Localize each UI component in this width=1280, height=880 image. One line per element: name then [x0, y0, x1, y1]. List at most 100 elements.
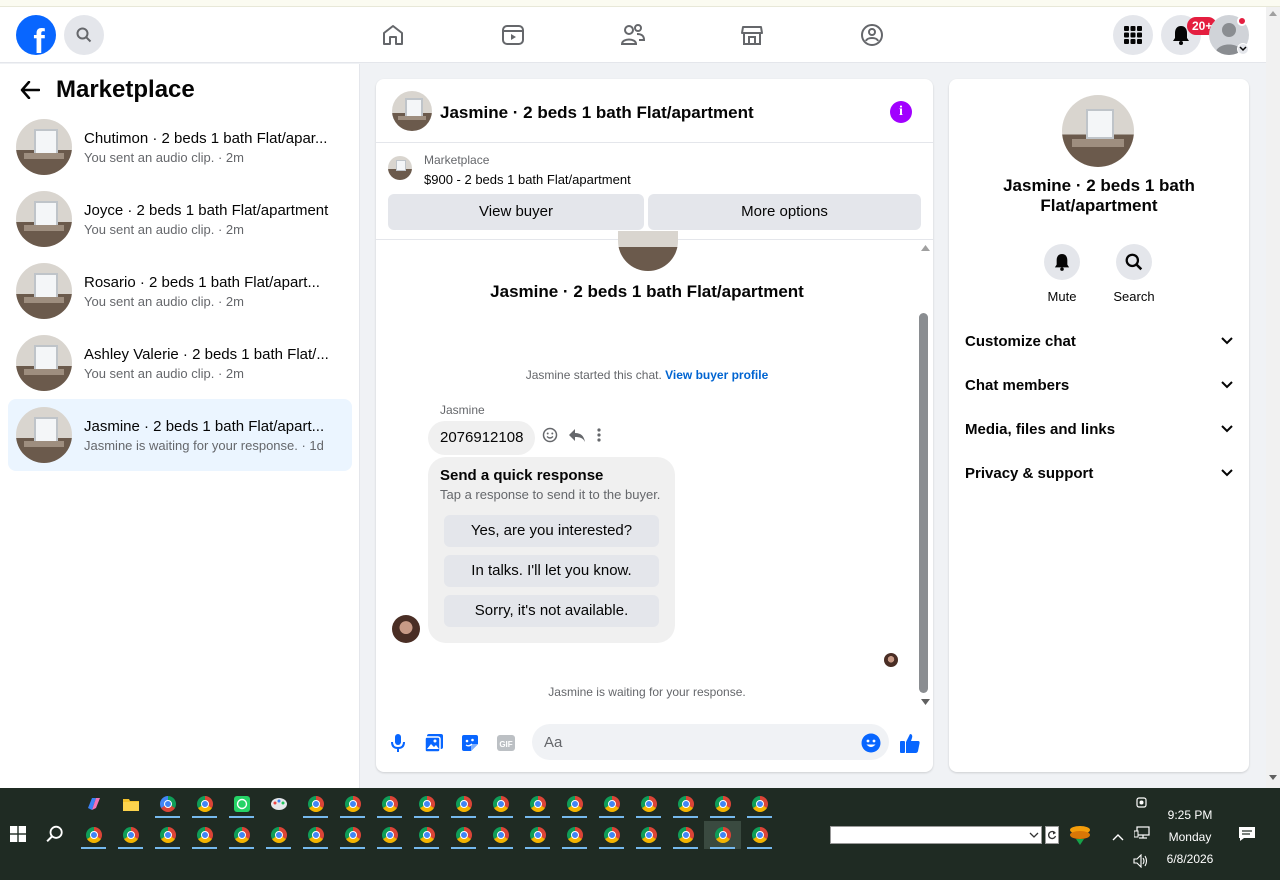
taskbar-search-button[interactable] — [46, 825, 64, 848]
info-icon[interactable]: i — [890, 101, 912, 123]
tray-network[interactable] — [1133, 826, 1150, 845]
scroll-down-arrow-icon[interactable] — [921, 699, 930, 705]
menu-button[interactable] — [1113, 15, 1153, 55]
taskbar-app-chrome[interactable] — [482, 821, 519, 849]
tray-app-icon[interactable] — [1068, 824, 1092, 851]
taskbar-app-chrome[interactable] — [519, 790, 556, 818]
conversation-item[interactable]: Joyce · 2 beds 1 bath Flat/apartment You… — [8, 183, 352, 255]
tray-overflow-button[interactable] — [1112, 828, 1124, 846]
taskbar-app-file-explorer[interactable] — [112, 790, 149, 818]
taskbar-app-chrome[interactable] — [741, 821, 778, 849]
taskbar-app-chrome-active[interactable] — [704, 821, 741, 849]
facebook-logo[interactable]: f — [16, 15, 56, 55]
section-media-files-links[interactable]: Media, files and links — [965, 417, 1233, 441]
nav-friends[interactable] — [619, 21, 647, 49]
more-options-button[interactable]: More options — [648, 194, 921, 230]
sticker-button[interactable] — [459, 732, 481, 754]
taskbar-app-chrome[interactable] — [593, 790, 630, 818]
voice-clip-button[interactable] — [387, 732, 409, 754]
start-button[interactable] — [10, 826, 26, 847]
more-vertical-icon[interactable] — [596, 427, 602, 443]
taskbar-app-chrome[interactable] — [482, 790, 519, 818]
section-chat-members[interactable]: Chat members — [965, 373, 1233, 397]
conversation-item[interactable]: Rosario · 2 beds 1 bath Flat/apart... Yo… — [8, 255, 352, 327]
taskbar-app-whatsapp[interactable] — [223, 790, 260, 818]
taskbar-app-chrome[interactable] — [371, 821, 408, 849]
sender-avatar[interactable] — [392, 615, 420, 643]
view-buyer-profile-link[interactable]: View buyer profile — [665, 368, 768, 382]
taskbar-app-chrome[interactable] — [519, 821, 556, 849]
taskbar-app-chrome[interactable] — [445, 790, 482, 818]
section-privacy-support[interactable]: Privacy & support — [965, 461, 1233, 485]
page-scrollbar[interactable] — [1266, 7, 1280, 788]
search-button[interactable] — [64, 15, 104, 55]
tray-volume[interactable] — [1133, 853, 1149, 873]
taskbar-app-chrome[interactable] — [667, 821, 704, 849]
taskbar-app-chrome[interactable] — [704, 790, 741, 818]
taskbar-app-chrome[interactable] — [112, 821, 149, 849]
mute-button[interactable] — [1044, 244, 1080, 280]
taskbar-app-chrome[interactable] — [75, 821, 112, 849]
mute-action[interactable]: Mute — [1032, 244, 1092, 304]
view-buyer-button[interactable]: View buyer — [388, 194, 644, 230]
taskbar-app-chrome[interactable] — [260, 821, 297, 849]
listing-thumbnail[interactable] — [392, 91, 432, 131]
scroll-down-arrow-icon[interactable] — [1269, 775, 1277, 780]
taskbar-app-chrome[interactable] — [297, 821, 334, 849]
nav-home[interactable] — [379, 21, 407, 49]
taskbar-app-chrome[interactable] — [556, 790, 593, 818]
message-bubble[interactable]: 2076912108 — [428, 421, 536, 455]
quick-reply-button[interactable]: In talks. I'll let you know. — [444, 555, 659, 587]
taskbar-app-chrome[interactable] — [149, 821, 186, 849]
conversation-item-active[interactable]: Jasmine · 2 beds 1 bath Flat/apart... Ja… — [8, 399, 352, 471]
taskbar-app-chrome[interactable] — [556, 821, 593, 849]
nav-marketplace[interactable] — [738, 21, 766, 49]
chat-title[interactable]: Jasmine · 2 beds 1 bath Flat/apartment — [440, 103, 754, 123]
conversation-item[interactable]: Chutimon · 2 beds 1 bath Flat/apar... Yo… — [8, 111, 352, 183]
account-chevron[interactable] — [1237, 43, 1249, 55]
search-in-chat-button[interactable] — [1116, 244, 1152, 280]
taskbar-app-chrome[interactable] — [297, 790, 334, 818]
conversation-item[interactable]: Ashley Valerie · 2 beds 1 bath Flat/... … — [8, 327, 352, 399]
scroll-up-arrow-icon[interactable] — [921, 245, 930, 251]
taskbar-app-chrome[interactable] — [149, 790, 186, 818]
attach-photo-button[interactable] — [423, 732, 445, 754]
quick-reply-button[interactable]: Yes, are you interested? — [444, 515, 659, 547]
thread-scroll-thumb[interactable] — [919, 313, 928, 693]
taskbar-app-chrome[interactable] — [630, 790, 667, 818]
listing-price-title[interactable]: $900 - 2 beds 1 bath Flat/apartment — [424, 172, 631, 187]
taskbar-app-paint[interactable] — [260, 790, 297, 818]
taskbar-address-box[interactable] — [830, 826, 1042, 844]
taskbar-app-chrome[interactable] — [741, 790, 778, 818]
taskbar-app-copilot[interactable] — [75, 790, 112, 818]
section-customize-chat[interactable]: Customize chat — [965, 329, 1233, 353]
nav-video[interactable] — [499, 21, 527, 49]
taskbar-app-chrome[interactable] — [334, 790, 371, 818]
back-arrow-icon[interactable] — [20, 81, 40, 99]
taskbar-app-chrome[interactable] — [371, 790, 408, 818]
send-like-button[interactable] — [899, 732, 921, 754]
tray-meet-now[interactable] — [1135, 796, 1149, 815]
taskbar-app-chrome[interactable] — [630, 821, 667, 849]
taskbar-app-chrome[interactable] — [186, 821, 223, 849]
taskbar-app-chrome[interactable] — [593, 821, 630, 849]
action-center-button[interactable] — [1238, 826, 1256, 847]
taskbar-clock[interactable]: 9:25 PM Monday 6/8/2026 — [1158, 804, 1222, 870]
taskbar-app-chrome[interactable] — [334, 821, 371, 849]
taskbar-app-chrome[interactable] — [186, 790, 223, 818]
taskbar-app-chrome[interactable] — [408, 790, 445, 818]
emoji-button[interactable] — [860, 732, 882, 754]
gif-button[interactable]: GIF — [495, 732, 517, 754]
scroll-up-arrow-icon[interactable] — [1269, 11, 1277, 16]
search-action[interactable]: Search — [1104, 244, 1164, 304]
taskbar-app-chrome[interactable] — [445, 821, 482, 849]
quick-reply-button[interactable]: Sorry, it's not available. — [444, 595, 659, 627]
reply-icon[interactable] — [568, 427, 586, 443]
refresh-button[interactable] — [1045, 826, 1059, 844]
message-input[interactable] — [532, 724, 889, 760]
listing-thumbnail-large[interactable] — [1062, 95, 1134, 167]
react-emoji-icon[interactable] — [542, 427, 558, 443]
taskbar-app-chrome[interactable] — [223, 821, 260, 849]
taskbar-app-chrome[interactable] — [667, 790, 704, 818]
nav-groups[interactable] — [858, 21, 886, 49]
